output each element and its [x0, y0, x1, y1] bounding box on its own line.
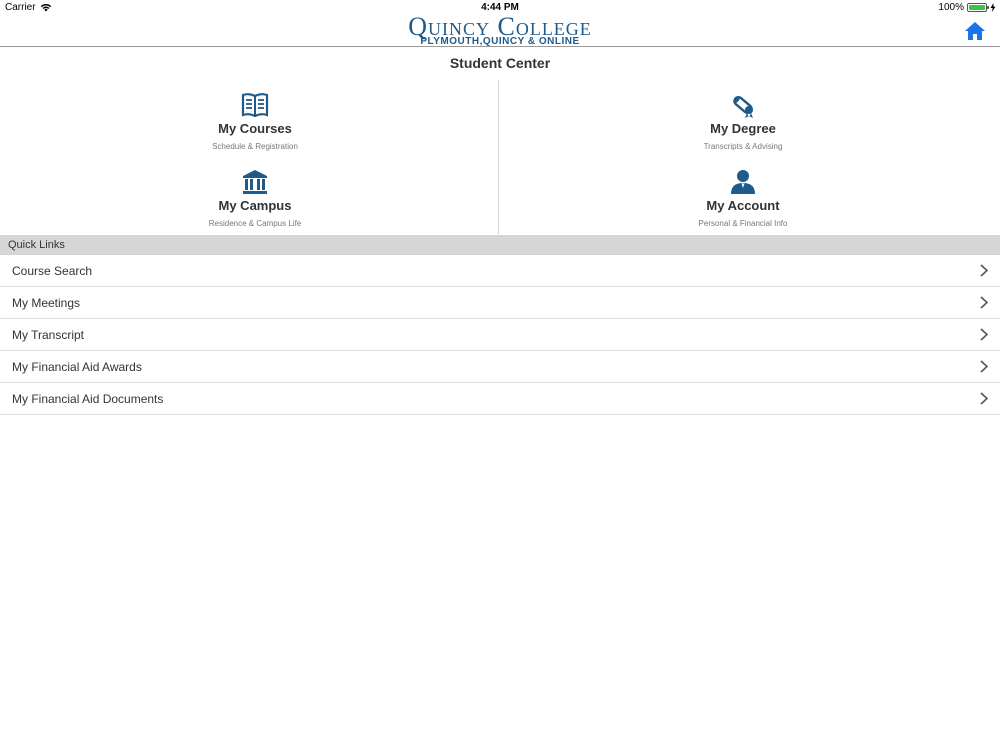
tile-subtitle: Residence & Campus Life: [208, 219, 302, 228]
logo-sub-text: PLYMOUTH,QUINCY & ONLINE: [420, 36, 580, 47]
quick-link-my-meetings[interactable]: My Meetings: [0, 287, 1000, 319]
tile-my-campus[interactable]: My Campus Residence & Campus Life: [105, 168, 405, 228]
battery-percent: 100%: [938, 2, 964, 13]
link-label: My Transcript: [12, 328, 85, 342]
building-icon: [243, 170, 267, 194]
link-label: My Financial Aid Documents: [12, 392, 164, 406]
chevron-right-icon: [980, 328, 988, 341]
tile-my-courses[interactable]: My Courses Schedule & Registration: [105, 91, 405, 151]
tile-subtitle: Schedule & Registration: [212, 142, 298, 151]
tile-my-degree[interactable]: My Degree Transcripts & Advising: [593, 91, 893, 151]
tile-title: My Degree: [710, 121, 776, 136]
chevron-right-icon: [980, 392, 988, 405]
status-right: 100%: [938, 2, 996, 13]
battery-nub: [987, 6, 989, 9]
quick-link-my-transcript[interactable]: My Transcript: [0, 319, 1000, 351]
quick-link-financial-aid-documents[interactable]: My Financial Aid Documents: [0, 383, 1000, 415]
quick-link-course-search[interactable]: Course Search: [0, 255, 1000, 287]
quick-link-financial-aid-awards[interactable]: My Financial Aid Awards: [0, 351, 1000, 383]
quick-links-list: Course Search My Meetings My Transcript …: [0, 255, 1000, 415]
quick-links-header: Quick Links: [0, 235, 1000, 255]
chevron-right-icon: [980, 296, 988, 309]
link-label: My Financial Aid Awards: [12, 360, 142, 374]
page-title: Student Center: [449, 55, 551, 71]
user-icon: [731, 170, 755, 194]
tile-subtitle: Personal & Financial Info: [698, 219, 788, 228]
battery-fill: [969, 5, 985, 10]
chevron-right-icon: [980, 264, 988, 277]
tile-title: My Account: [706, 198, 780, 213]
app-header: Quincy College PLYMOUTH,QUINCY & ONLINE: [0, 14, 1000, 47]
home-icon[interactable]: [964, 21, 986, 41]
charging-bolt-icon: [990, 3, 996, 12]
link-label: Course Search: [12, 264, 93, 278]
tile-title: My Campus: [218, 198, 292, 213]
tile-subtitle: Transcripts & Advising: [703, 142, 783, 151]
book-icon: [241, 93, 269, 118]
college-logo: Quincy College PLYMOUTH,QUINCY & ONLINE: [0, 14, 1000, 47]
diploma-icon: [733, 95, 753, 118]
tile-divider: [498, 80, 499, 234]
battery-icon: [967, 3, 989, 12]
tile-title: My Courses: [218, 121, 292, 136]
link-label: My Meetings: [12, 296, 81, 310]
chevron-right-icon: [980, 360, 988, 373]
tile-my-account[interactable]: My Account Personal & Financial Info: [593, 168, 893, 228]
